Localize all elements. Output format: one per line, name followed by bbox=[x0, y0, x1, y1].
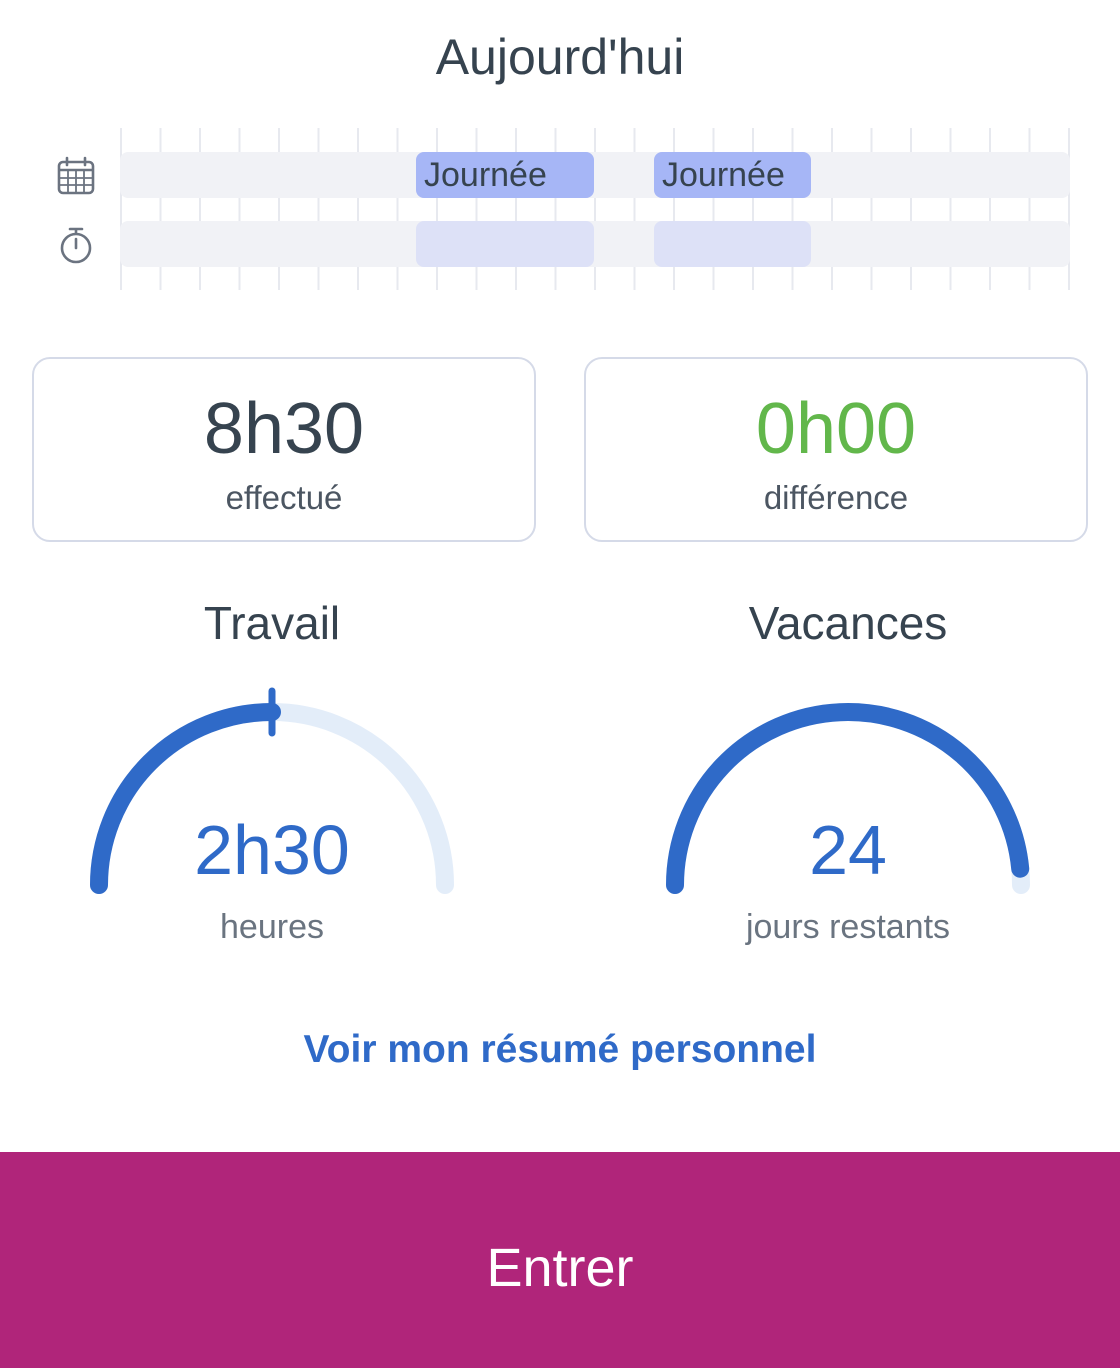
difference-value: 0h00 bbox=[755, 389, 917, 469]
page-title: Aujourd'hui bbox=[435, 29, 685, 85]
clocked-block[interactable] bbox=[654, 221, 811, 267]
personal-summary-link[interactable]: Voir mon résumé personnel bbox=[0, 1028, 1120, 1072]
work-hours-value: 2h30 bbox=[194, 811, 350, 889]
day-timeline: Journée Journée bbox=[0, 128, 1120, 293]
vacation-days-label: jours restants bbox=[745, 908, 951, 946]
hours-done-card: 8h30 effectué bbox=[32, 357, 536, 542]
work-gauge-title: Travail bbox=[203, 597, 341, 649]
difference-label: différence bbox=[763, 479, 909, 516]
planned-block[interactable]: Journée bbox=[416, 152, 594, 198]
planned-block[interactable]: Journée bbox=[654, 152, 811, 198]
work-hours-label: heures bbox=[220, 908, 324, 946]
difference-card: 0h00 différence bbox=[584, 357, 1088, 542]
clocked-time-track bbox=[120, 221, 1070, 267]
clock-in-button[interactable]: Entrer bbox=[0, 1152, 1120, 1368]
calendar-icon bbox=[57, 156, 95, 195]
hours-done-label: effectué bbox=[225, 479, 343, 516]
vacation-days-value: 24 bbox=[809, 811, 887, 889]
planned-schedule-track bbox=[120, 152, 1070, 198]
hours-done-value: 8h30 bbox=[203, 389, 365, 469]
clocked-block[interactable] bbox=[416, 221, 594, 267]
today-screen: Aujourd'hui Journée Journée 8h30 effectu… bbox=[0, 0, 1120, 1368]
stopwatch-icon bbox=[60, 227, 92, 264]
vacation-gauge-title: Vacances bbox=[748, 597, 948, 649]
